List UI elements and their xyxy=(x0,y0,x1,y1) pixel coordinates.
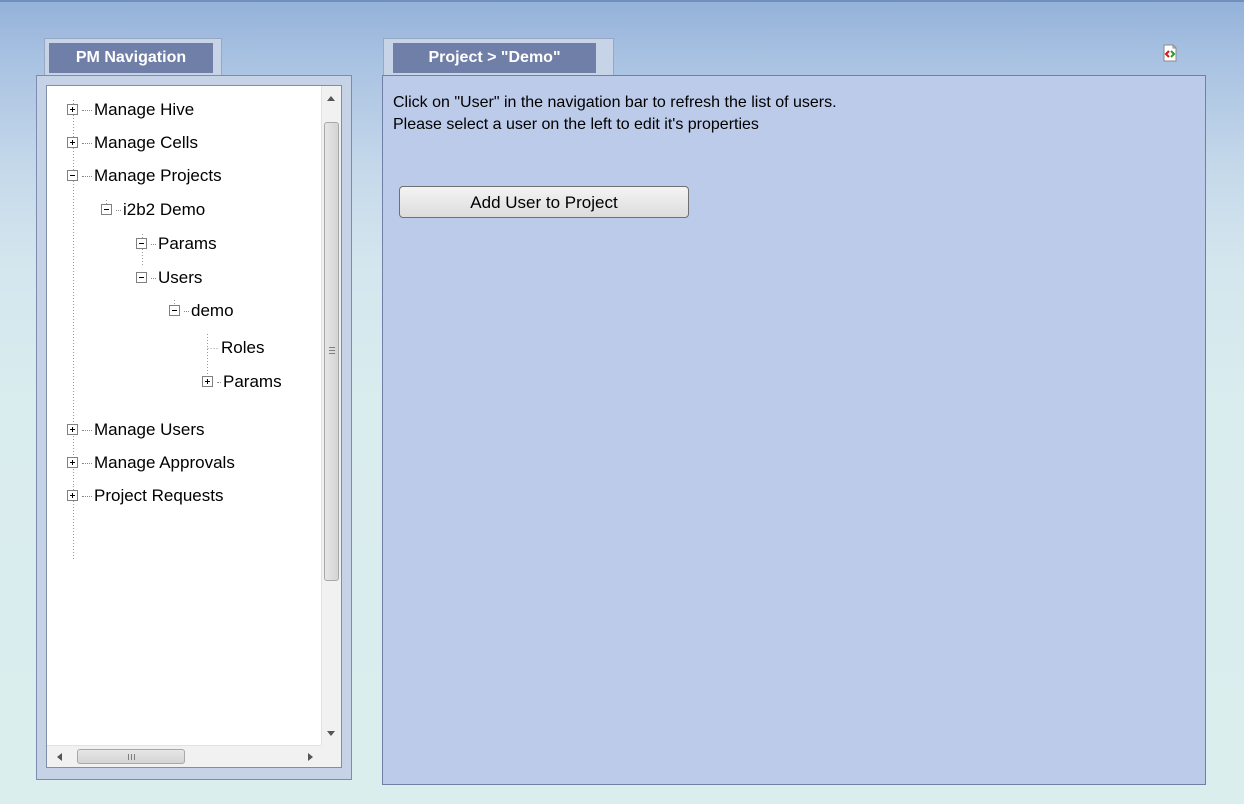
vertical-scroll-thumb[interactable] xyxy=(324,122,339,581)
collapse-minus-icon[interactable] xyxy=(67,170,78,182)
tree-item-manage-projects[interactable]: Manage Projects xyxy=(67,165,222,187)
scroll-right-arrow-icon[interactable] xyxy=(308,753,313,761)
vertical-scrollbar[interactable] xyxy=(321,86,341,746)
collapse-minus-icon[interactable] xyxy=(136,272,147,284)
tree-item-user-params[interactable]: Params xyxy=(202,371,282,393)
tree-item-manage-hive[interactable]: Manage Hive xyxy=(67,99,194,121)
grip-line xyxy=(131,754,132,760)
expand-plus-icon[interactable] xyxy=(67,490,78,502)
tab-project-demo[interactable]: Project > "Demo" xyxy=(383,38,614,76)
navigation-tree: Manage Hive Manage Cells Manage Projects… xyxy=(46,85,342,768)
grip-line xyxy=(329,350,335,351)
horizontal-scrollbar[interactable] xyxy=(47,745,323,767)
tree-item-manage-approvals[interactable]: Manage Approvals xyxy=(67,452,235,474)
refresh-users-message: Click on "User" in the navigation bar to… xyxy=(393,94,837,111)
grip-line xyxy=(329,347,335,348)
collapse-minus-icon[interactable] xyxy=(101,204,112,216)
add-user-to-project-button[interactable]: Add User to Project xyxy=(399,186,689,218)
horizontal-scroll-thumb[interactable] xyxy=(77,749,185,764)
select-user-message: Please select a user on the left to edit… xyxy=(393,116,759,133)
scroll-left-arrow-icon[interactable] xyxy=(57,753,62,761)
collapse-minus-icon[interactable] xyxy=(136,238,147,250)
expand-plus-icon[interactable] xyxy=(202,376,213,388)
expand-plus-icon[interactable] xyxy=(67,457,78,469)
tree-item-user-demo[interactable]: demo xyxy=(169,300,234,322)
tree-item-roles[interactable]: Roles xyxy=(221,337,264,359)
scroll-up-arrow-icon[interactable] xyxy=(327,96,335,101)
grip-line xyxy=(128,754,129,760)
code-tag-icon[interactable] xyxy=(1162,44,1178,62)
scroll-down-arrow-icon[interactable] xyxy=(327,731,335,736)
tree-item-users[interactable]: Users xyxy=(136,267,202,289)
expand-plus-icon[interactable] xyxy=(67,137,78,149)
grip-line xyxy=(134,754,135,760)
top-border xyxy=(0,0,1244,2)
pm-navigation-panel: Manage Hive Manage Cells Manage Projects… xyxy=(36,75,352,780)
tree-item-manage-users[interactable]: Manage Users xyxy=(67,419,205,441)
collapse-minus-icon[interactable] xyxy=(169,305,180,317)
tree-item-i2b2-demo[interactable]: i2b2 Demo xyxy=(101,199,205,221)
expand-plus-icon[interactable] xyxy=(67,104,78,116)
expand-plus-icon[interactable] xyxy=(67,424,78,436)
tree-item-manage-cells[interactable]: Manage Cells xyxy=(67,132,198,154)
tab-pm-navigation-label: PM Navigation xyxy=(49,43,213,73)
project-demo-panel: Click on "User" in the navigation bar to… xyxy=(382,75,1206,785)
scrollbar-corner xyxy=(321,745,341,767)
tab-pm-navigation[interactable]: PM Navigation xyxy=(44,38,222,76)
tree-item-project-params[interactable]: Params xyxy=(136,233,217,255)
tree-item-project-requests[interactable]: Project Requests xyxy=(67,485,223,507)
tab-project-demo-label: Project > "Demo" xyxy=(393,43,596,73)
grip-line xyxy=(329,353,335,354)
